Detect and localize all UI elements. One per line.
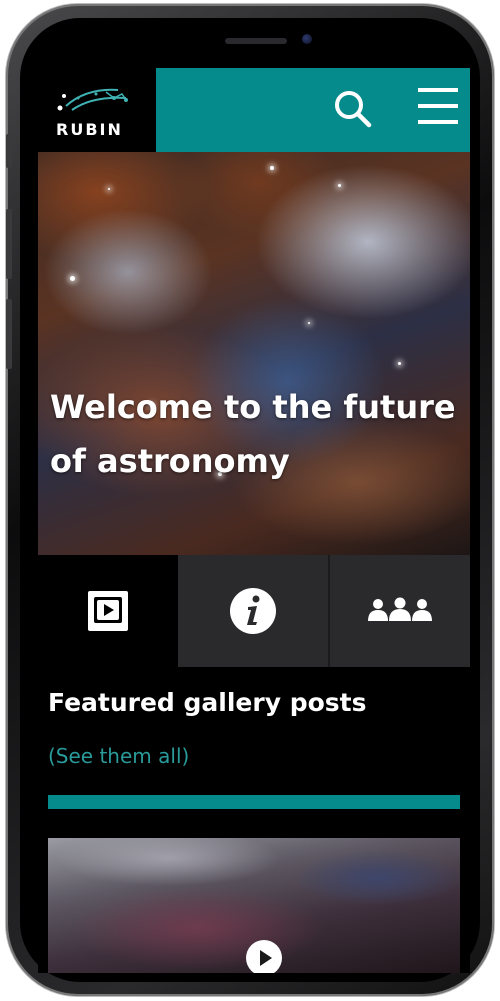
content-tabs xyxy=(38,555,470,667)
hamburger-line xyxy=(418,120,458,124)
gallery-post-thumbnail[interactable] xyxy=(48,838,460,973)
top-bar xyxy=(156,68,470,152)
logo-wordmark: RUBIN xyxy=(56,120,123,139)
volume-up-button xyxy=(6,209,12,279)
tab-media[interactable] xyxy=(38,555,178,667)
mute-switch xyxy=(6,134,12,168)
speaker-grille xyxy=(225,38,287,44)
star xyxy=(70,276,75,281)
app-screen: RUBIN Welcome to the future of astronomy… xyxy=(38,68,470,973)
see-all-gallery-link[interactable]: (See them all) xyxy=(48,744,189,768)
star xyxy=(308,322,310,324)
phone-notch xyxy=(130,18,376,66)
people-group-icon xyxy=(368,597,432,621)
info-icon xyxy=(230,588,276,634)
menu-button[interactable] xyxy=(418,88,458,128)
search-icon xyxy=(335,91,372,128)
tab-community[interactable] xyxy=(330,555,470,667)
volume-down-button xyxy=(6,299,12,369)
hamburger-line xyxy=(418,104,458,108)
site-header: RUBIN xyxy=(38,68,470,152)
rubin-logo[interactable]: RUBIN xyxy=(38,68,156,152)
section-divider xyxy=(48,795,460,809)
tab-info[interactable] xyxy=(178,555,330,667)
search-button[interactable] xyxy=(332,88,374,130)
hero-title: Welcome to the future of astronomy xyxy=(50,388,456,480)
play-video-icon xyxy=(88,591,128,631)
hamburger-line xyxy=(418,88,458,92)
hero-banner: Welcome to the future of astronomy xyxy=(38,152,470,555)
star xyxy=(270,166,274,170)
play-icon[interactable] xyxy=(246,940,282,973)
gallery-section-title: Featured gallery posts xyxy=(48,688,367,717)
star xyxy=(398,362,401,365)
star xyxy=(108,188,110,190)
constellation-icon xyxy=(57,88,128,111)
star xyxy=(338,184,341,187)
front-camera xyxy=(302,34,312,44)
